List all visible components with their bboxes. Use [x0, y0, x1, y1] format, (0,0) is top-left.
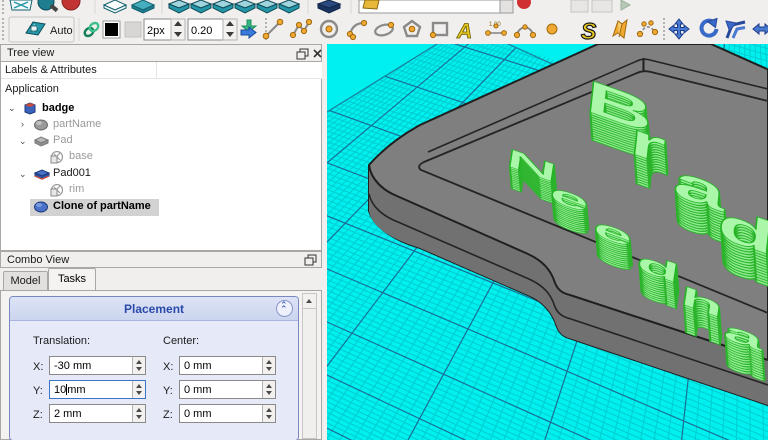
svg-text:S: S	[581, 18, 597, 44]
svg-text:A: A	[456, 20, 472, 43]
svg-text:0.20: 0.20	[191, 25, 212, 37]
svg-text:2px: 2px	[147, 25, 165, 37]
svg-text:Auto: Auto	[50, 25, 73, 37]
